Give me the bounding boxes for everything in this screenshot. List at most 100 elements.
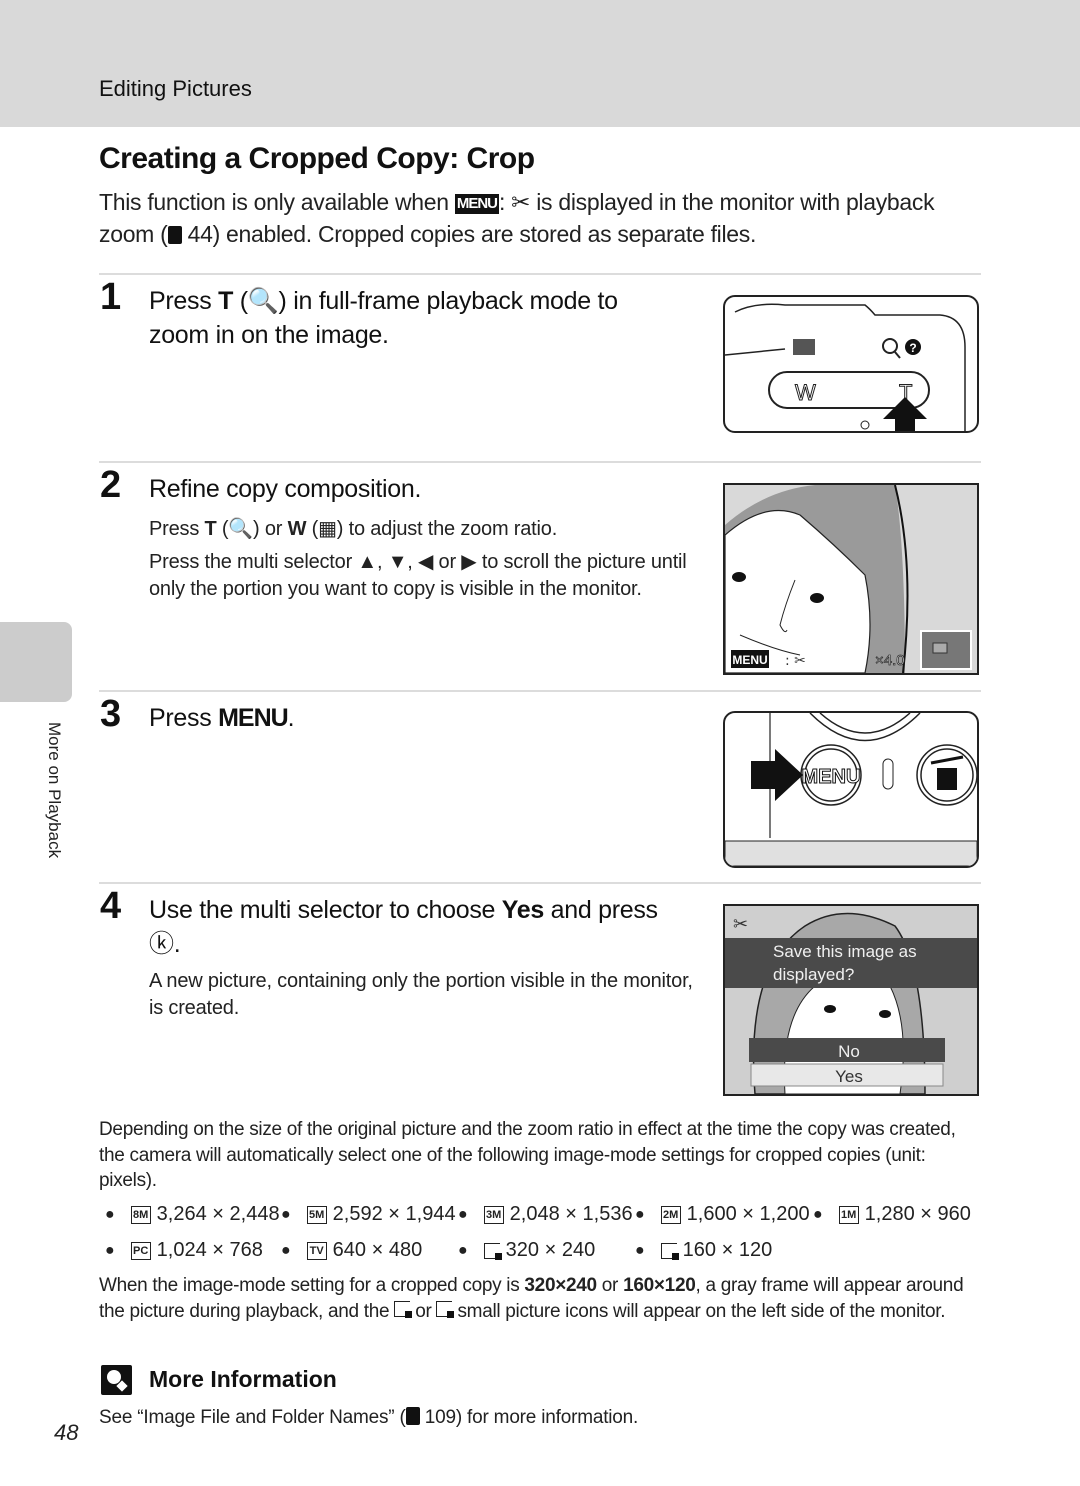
- reference-icon: [405, 1407, 420, 1425]
- step-text: Use the multi selector to choose: [149, 896, 502, 924]
- divider: [99, 882, 981, 884]
- menu-icon: MENU: [454, 194, 499, 214]
- bullet: ●: [281, 1241, 291, 1259]
- image-mode-size: 2,592 × 1,944: [332, 1203, 456, 1225]
- step-text: Press: [149, 518, 205, 540]
- header-band: [0, 0, 1080, 127]
- svg-text:MENU: MENU: [732, 653, 767, 667]
- note-text: or: [596, 1275, 624, 1296]
- save-confirmation-illustration: ✂ Save this image as displayed? No Yes: [723, 904, 979, 1096]
- zoomed-playback-illustration: MENU : ✂ ×4.0: [723, 483, 979, 675]
- bullet: ●: [105, 1205, 115, 1223]
- image-mode-item: ● 8M 3,264 × 2,448: [105, 1203, 280, 1226]
- more-info-title: More Information: [149, 1366, 337, 1392]
- image-mode-item: ● 5M 2,592 × 1,944: [281, 1203, 456, 1226]
- scissors-icon: : ✂: [785, 653, 806, 669]
- divider: [99, 273, 981, 275]
- save-prompt: Save this image as displayed?: [773, 942, 917, 984]
- step-text: Press: [149, 287, 219, 315]
- chapter-tab[interactable]: [0, 622, 72, 702]
- image-mode-item: ● TV 640 × 480: [281, 1239, 422, 1262]
- option-no: No: [838, 1042, 860, 1061]
- image-mode-size: 1,280 × 960: [864, 1203, 971, 1225]
- reference-page[interactable]: 109: [425, 1407, 456, 1428]
- image-mode-item: ● 160 × 120: [635, 1239, 772, 1262]
- divider: [99, 690, 981, 692]
- image-mode-tv-icon: TV: [306, 1241, 327, 1260]
- image-mode-5m-icon: 5M: [306, 1205, 327, 1224]
- image-mode-row: ● 8M 3,264 × 2,448 ● 5M 2,592 × 1,944 ● 3M 2,0…: [105, 1203, 985, 1229]
- image-mode-item: ● 2M 1,600 × 1,200: [635, 1203, 810, 1226]
- image-mode-size: 160 × 120: [682, 1239, 773, 1261]
- yes-keyword: Yes: [501, 896, 545, 924]
- step-title: Press T (🔍) in full-frame playback mode …: [149, 284, 669, 352]
- image-mode-item: ● 1M 1,280 × 960: [813, 1203, 971, 1226]
- step-text: (▦) to adjust the zoom ratio.: [306, 518, 558, 540]
- step-title: Use the multi selector to choose Yes and…: [149, 893, 669, 961]
- camera-zoom-lever: ? W T: [725, 303, 966, 431]
- note-text: small picture icons will appear on the l…: [452, 1300, 946, 1322]
- arrow-up-icon: [883, 397, 927, 431]
- info-text: ) for more information.: [455, 1407, 639, 1428]
- image-mode-8m-icon: 8M: [130, 1205, 151, 1224]
- menu-key: MENU: [218, 704, 289, 732]
- image-mode-1m-icon: 1M: [838, 1205, 859, 1224]
- step-number: 2: [100, 464, 122, 506]
- image-mode-3m-icon: 3M: [483, 1205, 504, 1224]
- image-mode-size: 320 × 240: [505, 1239, 596, 1261]
- more-info-text: See “Image File and Folder Names” ( 109)…: [99, 1407, 638, 1429]
- image-mode-size: 1,600 × 1,200: [686, 1203, 810, 1225]
- image-mode-row: ● PC 1,024 × 768 ● TV 640 × 480 ● 320 × 240 ●…: [105, 1239, 985, 1265]
- image-mode-item: ● PC 1,024 × 768: [105, 1239, 263, 1262]
- option-yes: Yes: [835, 1067, 863, 1086]
- trash-icon: [937, 768, 957, 790]
- zoom-lever-illustration: ? W T: [723, 295, 979, 433]
- reference-page: 44: [187, 221, 213, 247]
- arrow-right-icon: [751, 749, 803, 801]
- image-mode-item: ● 320 × 240: [458, 1239, 595, 1262]
- step-title: Refine copy composition.: [149, 475, 422, 503]
- tele-key: T: [218, 287, 234, 315]
- wide-label: W: [795, 380, 816, 405]
- small-picture-320-icon: [483, 1242, 502, 1260]
- small-picture-160-icon: [436, 1300, 455, 1318]
- image-mode-pc-icon: PC: [130, 1241, 151, 1260]
- small-picture-160-icon: [660, 1242, 679, 1260]
- intro-text: This function is only available when: [99, 189, 455, 215]
- menu-button: MENU: [802, 766, 861, 788]
- wide-key: W: [287, 518, 307, 540]
- explanation-paragraph: Depending on the size of the original pi…: [99, 1119, 956, 1191]
- step-text: .: [287, 704, 295, 732]
- bullet: ●: [458, 1205, 468, 1223]
- step-body: A new picture, containing only the porti…: [149, 970, 693, 1019]
- zoom-ratio: ×4.0: [875, 652, 905, 669]
- thumbnail-icon: [793, 339, 815, 355]
- step-text: Press: [149, 704, 219, 732]
- svg-text:?: ?: [909, 341, 916, 355]
- image-mode-size: 1,024 × 768: [156, 1239, 263, 1261]
- bullet: ●: [635, 1205, 645, 1223]
- note-text: or: [410, 1300, 437, 1322]
- camera-back-buttons: MENU: [725, 713, 977, 866]
- tele-key: T: [204, 518, 217, 540]
- info-text: See “Image File and Folder Names” (: [99, 1407, 406, 1428]
- save-dialog-picture: ✂ Save this image as displayed? No Yes: [725, 906, 977, 1094]
- bullet: ●: [813, 1205, 823, 1223]
- bullet: ●: [458, 1241, 468, 1259]
- size-160: 160×120: [623, 1275, 696, 1296]
- step-number: 4: [100, 885, 122, 927]
- intro-text: ) enabled. Cropped copies are stored as …: [212, 221, 757, 247]
- image-mode-size: 3,264 × 2,448: [156, 1203, 280, 1225]
- gray-frame-note: When the image-mode setting for a croppe…: [99, 1273, 984, 1324]
- divider: [99, 461, 981, 463]
- scissors-icon: ✂: [733, 914, 748, 935]
- bullet: ●: [105, 1241, 115, 1259]
- step-title: Press MENU.: [149, 701, 295, 735]
- reference-icon: [167, 226, 182, 244]
- step-number: 1: [100, 276, 122, 318]
- size-320: 320×240: [524, 1275, 597, 1296]
- lightbulb-icon: [101, 1365, 132, 1395]
- step-text: (🔍) or: [216, 518, 288, 540]
- chapter-label: More on Playback: [45, 722, 64, 859]
- step-number: 3: [100, 693, 122, 735]
